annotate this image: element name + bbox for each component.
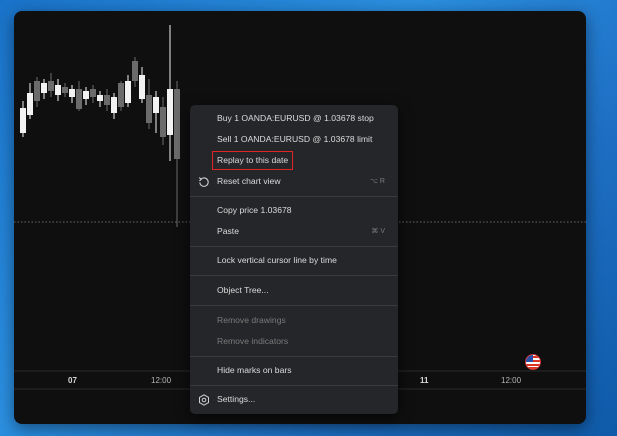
candlestick-series <box>20 25 180 227</box>
candle-body <box>146 95 152 123</box>
menu-item-hide-marks[interactable]: Hide marks on bars <box>190 361 398 380</box>
candle-body <box>132 61 138 81</box>
menu-item-label: Remove indicators <box>217 336 289 346</box>
candle-body <box>153 97 159 113</box>
candle-body <box>48 81 54 91</box>
menu-item-replay-to-date[interactable]: Replay to this date <box>190 151 398 170</box>
context-menu: Buy 1 OANDA:EURUSD @ 1.03678 stop Sell 1… <box>190 105 398 414</box>
candle-body <box>160 107 166 137</box>
menu-separator <box>190 196 398 197</box>
menu-item-remove-indicators: Remove indicators <box>190 332 398 351</box>
menu-item-paste[interactable]: Paste ⌘ V <box>190 222 398 241</box>
menu-item-label: Buy 1 OANDA:EURUSD @ 1.03678 stop <box>217 113 374 123</box>
menu-item-label: Reset chart view <box>217 176 281 186</box>
time-axis-tick: 12:00 <box>501 376 522 385</box>
candle-body <box>41 83 47 93</box>
menu-separator <box>190 275 398 276</box>
menu-item-label: Settings... <box>217 394 256 404</box>
time-axis-tick: 07 <box>68 376 77 385</box>
menu-item-sell-limit[interactable]: Sell 1 OANDA:EURUSD @ 1.03678 limit <box>190 130 398 149</box>
menu-separator <box>190 305 398 306</box>
candle-body <box>104 95 110 105</box>
candle-body <box>118 83 124 107</box>
menu-item-label: Replay to this date <box>211 151 294 170</box>
menu-item-object-tree[interactable]: Object Tree... <box>190 281 398 300</box>
menu-item-copy-price[interactable]: Copy price 1.03678 <box>190 201 398 220</box>
shortcut-hint: ⌥ R <box>369 178 385 185</box>
candle-body <box>20 108 26 133</box>
candle-body <box>167 89 173 135</box>
menu-item-label: Copy price 1.03678 <box>217 205 292 215</box>
gear-icon <box>199 394 209 406</box>
candle-body <box>83 91 89 99</box>
candle-body <box>111 97 117 113</box>
time-axis-tick: 12:00 <box>151 376 172 385</box>
menu-separator <box>190 246 398 247</box>
menu-item-buy-stop[interactable]: Buy 1 OANDA:EURUSD @ 1.03678 stop <box>190 109 398 128</box>
reset-icon <box>198 177 209 187</box>
menu-item-label: Object Tree... <box>217 285 269 295</box>
candle-body <box>55 85 61 95</box>
candle-body <box>97 95 103 101</box>
menu-item-label: Remove drawings <box>217 315 286 325</box>
candle-body <box>90 89 96 97</box>
menu-separator <box>190 356 398 357</box>
menu-item-label: Paste <box>217 226 239 236</box>
menu-item-lock-cursor-line[interactable]: Lock vertical cursor line by time <box>190 251 398 270</box>
time-axis-tick: 11 <box>420 376 429 385</box>
menu-item-remove-drawings: Remove drawings <box>190 311 398 330</box>
candle-body <box>139 75 145 99</box>
candle-body <box>174 89 180 159</box>
candle-body <box>76 89 82 109</box>
candle-body <box>27 93 33 115</box>
candle-body <box>69 89 75 97</box>
candle-body <box>125 81 131 103</box>
us-flag-icon[interactable] <box>526 355 540 369</box>
candle-body <box>62 87 68 93</box>
menu-item-reset-chart-view[interactable]: Reset chart view ⌥ R <box>190 172 398 191</box>
menu-item-label: Lock vertical cursor line by time <box>217 255 337 265</box>
menu-separator <box>190 385 398 386</box>
menu-item-settings[interactable]: Settings... <box>190 390 398 409</box>
menu-item-label: Sell 1 OANDA:EURUSD @ 1.03678 limit <box>217 134 373 144</box>
candle-body <box>34 81 40 101</box>
menu-item-label: Hide marks on bars <box>217 365 292 375</box>
shortcut-hint: ⌘ V <box>371 228 385 235</box>
